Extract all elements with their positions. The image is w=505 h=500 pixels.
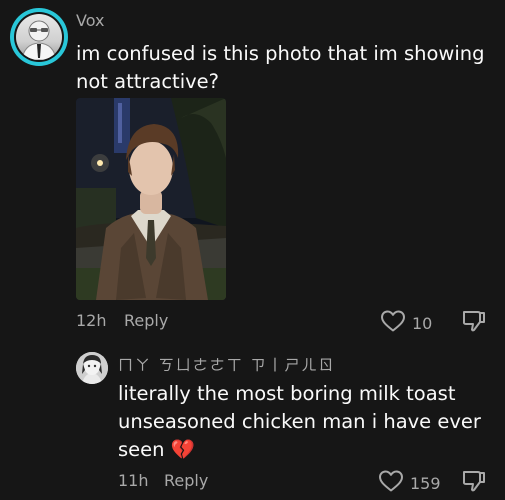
reply-like-count: 159 xyxy=(410,473,441,493)
photo-image xyxy=(76,98,226,300)
comment-username[interactable]: Vox xyxy=(76,11,104,30)
reply-dislike-button[interactable] xyxy=(460,469,486,497)
like-count: 10 xyxy=(412,313,433,333)
avatar[interactable] xyxy=(10,8,68,66)
avatar-inner xyxy=(14,12,64,62)
comment-photo[interactable] xyxy=(76,98,226,300)
reply-button[interactable]: Reply xyxy=(124,311,168,330)
reply-reply-button[interactable]: Reply xyxy=(164,471,208,490)
reply-avatar-image xyxy=(76,352,108,384)
like-button[interactable]: 10 xyxy=(380,309,432,337)
thumbs-down-outline-icon xyxy=(460,469,486,497)
thumbs-down-outline-icon xyxy=(460,309,486,337)
avatar-figure-icon xyxy=(21,20,57,60)
reply-like-button[interactable]: 159 xyxy=(378,469,441,497)
reply-text: literally the most boring milk toast uns… xyxy=(118,382,481,461)
reply-timestamp: 11h xyxy=(118,471,149,490)
comment-text: im confused is this photo that im showin… xyxy=(76,42,485,93)
dislike-button[interactable] xyxy=(460,309,486,337)
avatar-image xyxy=(16,14,62,60)
heart-outline-icon xyxy=(380,309,406,337)
heart-outline-icon xyxy=(378,469,404,497)
comment-timestamp: 12h xyxy=(76,311,107,330)
reply-username[interactable]: ㄇㄚ ㄎㄩㄜㄜㄒ ㄗ丨ㄕㄦㄖ xyxy=(118,354,336,375)
reply-avatar[interactable] xyxy=(76,352,108,384)
